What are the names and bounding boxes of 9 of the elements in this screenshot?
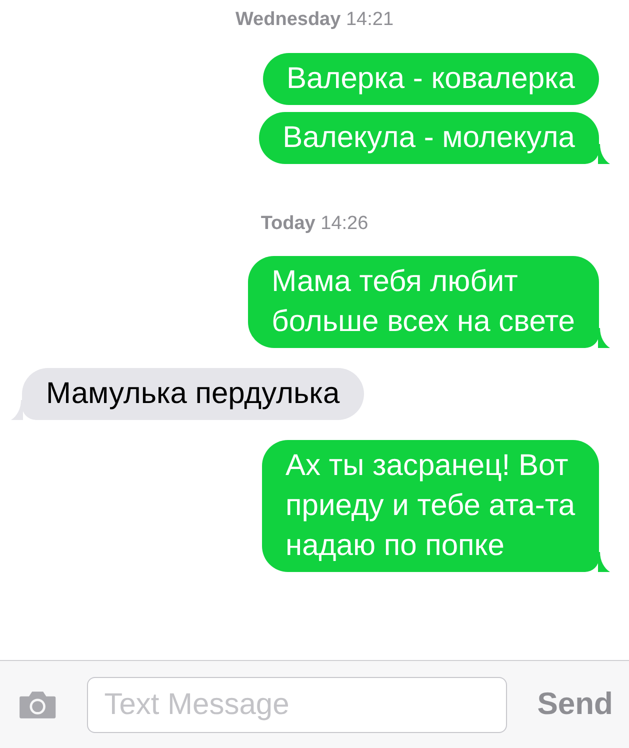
message-bubble: Ах ты засранец! Вот приеду и тебе ата-та надаю по попке — [262, 440, 599, 572]
send-button[interactable]: Send — [537, 681, 613, 728]
message-bubble: Валерка - ковалерка — [262, 52, 599, 104]
timestamp: Wednesday 14:21 — [234, 8, 395, 32]
text-message-field[interactable]: Text Message — [87, 676, 508, 732]
message-bubble: Валекула - молекула — [258, 112, 599, 164]
message-bubble: Мама тебя любит больше всех на свете — [248, 256, 599, 348]
timestamp: Today 14:26 — [260, 212, 370, 236]
message-bubble: Мамулька пердулька — [22, 368, 364, 420]
